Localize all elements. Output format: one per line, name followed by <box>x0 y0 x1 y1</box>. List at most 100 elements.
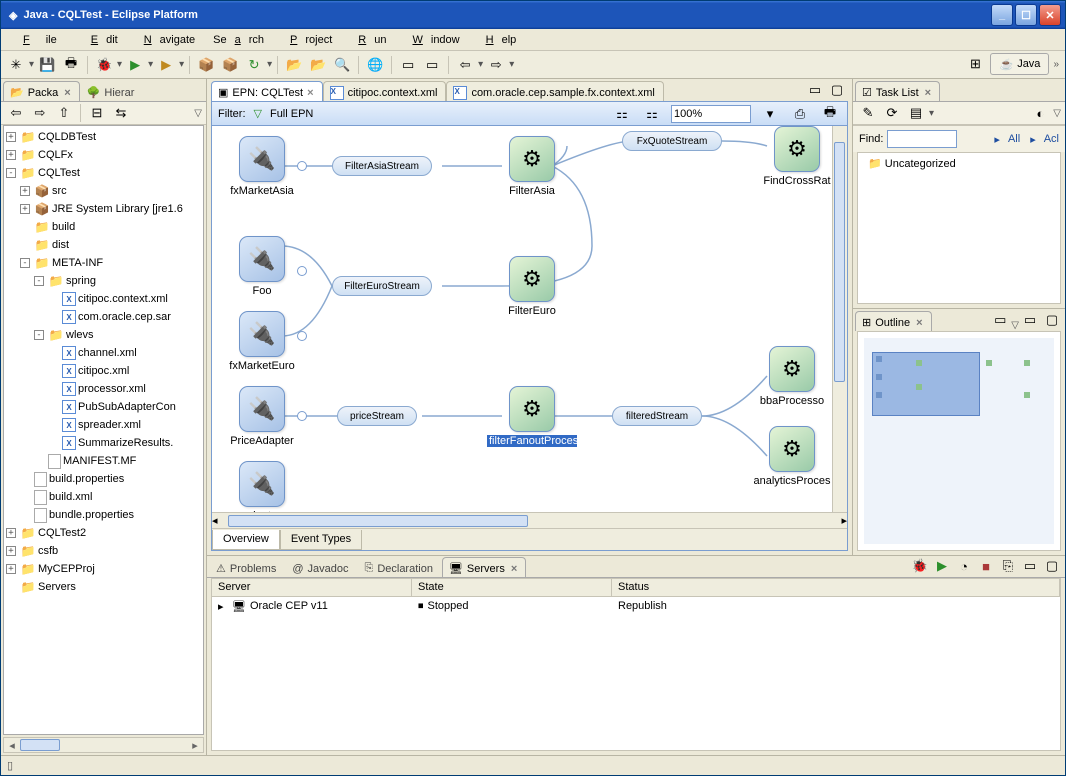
tree-item[interactable]: X channel.xml <box>6 345 201 361</box>
node-filterfanout[interactable]: ⚙filterFanoutProcessor <box>492 386 572 447</box>
up-icon[interactable]: ⇧ <box>53 102 75 124</box>
stream-filtered[interactable]: filteredStream <box>612 406 702 426</box>
categorize-icon[interactable]: ▤ <box>905 102 927 124</box>
tree-item[interactable]: -📁 wlevs <box>6 327 201 343</box>
tree-item[interactable]: 📁 dist <box>6 237 201 253</box>
open-folder-button[interactable]: 📂 <box>283 54 305 76</box>
print-canvas-icon[interactable]: 🖶 <box>819 103 841 125</box>
canvas-hscrollbar[interactable]: ◂▸ <box>212 512 847 528</box>
node-filtereuro[interactable]: ⚙FilterEuro <box>492 256 572 317</box>
col-status[interactable]: Status <box>612 579 1060 596</box>
open-task-button[interactable]: 📂 <box>307 54 329 76</box>
external-button[interactable]: ▶ <box>155 54 177 76</box>
tab-hierarchy[interactable]: 🌳 Hierar <box>80 81 144 101</box>
view-menu-icon[interactable]: ▽ <box>1053 108 1061 119</box>
tree-item[interactable]: 📁 Servers <box>6 579 201 595</box>
stream-filtereuro[interactable]: FilterEuroStream <box>332 276 432 296</box>
tree-item[interactable]: -📁 spring <box>6 273 201 289</box>
toggle2-button[interactable]: ▭ <box>421 54 443 76</box>
table-row[interactable]: ▸🖥 Oracle CEP v11 ⏹ Stopped Republish <box>212 597 1060 615</box>
tree-item[interactable]: +📁 CQLDBTest <box>6 129 201 145</box>
maximize-view-icon[interactable]: ▢ <box>1041 309 1063 331</box>
tree-item[interactable]: -📁 META-INF <box>6 255 201 271</box>
layout-icon[interactable]: ⚏ <box>611 103 633 125</box>
maximize-editor-icon[interactable]: ▢ <box>826 79 848 101</box>
debug-button[interactable]: 🐞 <box>93 54 115 76</box>
tree-item[interactable]: MANIFEST.MF <box>6 453 201 469</box>
tree-item[interactable]: build.xml <box>6 489 201 505</box>
tab-task-list[interactable]: ☑ Task List × <box>855 81 940 101</box>
menu-navigate[interactable]: Navigate <box>128 32 203 48</box>
menu-window[interactable]: Window <box>396 32 467 48</box>
node-bbaprocessor[interactable]: ⚙bbaProcesso <box>752 346 832 407</box>
tree-item[interactable]: X PubSubAdapterCon <box>6 399 201 415</box>
sync-icon[interactable]: ⟳ <box>881 102 903 124</box>
close-icon[interactable]: × <box>64 87 70 99</box>
maximize-button[interactable]: ☐ <box>1015 4 1037 26</box>
tab-event-types[interactable]: Event Types <box>280 530 362 550</box>
tree-item[interactable]: X processor.xml <box>6 381 201 397</box>
tree-item[interactable]: +📁 CQLFx <box>6 147 201 163</box>
new-class-button[interactable]: 📦 <box>219 54 241 76</box>
menu-edit[interactable]: Edit <box>75 32 126 48</box>
close-icon[interactable]: × <box>925 87 931 99</box>
view-menu-icon[interactable]: ▽ <box>194 108 202 119</box>
task-categories[interactable]: 📁 Uncategorized <box>857 152 1061 304</box>
back-button[interactable]: ⇦ <box>454 54 476 76</box>
tab-servers[interactable]: 🖥 Servers × <box>442 557 526 577</box>
outline-tool-icon[interactable]: ▭ <box>989 309 1011 331</box>
tab-overview[interactable]: Overview <box>212 530 280 550</box>
tree-hscrollbar[interactable]: ◂▸ <box>3 737 204 753</box>
toggle-button[interactable]: ▭ <box>397 54 419 76</box>
menu-run[interactable]: Run <box>342 32 394 48</box>
tab-outline[interactable]: ⊞ Outline × <box>855 311 932 331</box>
tree-item[interactable]: 📁 build <box>6 219 201 235</box>
stop-server-icon[interactable]: ■ <box>975 555 997 577</box>
node-analyticsprocessor[interactable]: ⚙analyticsProces <box>752 426 832 487</box>
filter-mode[interactable]: Full EPN <box>270 108 313 120</box>
forward-icon[interactable]: ⇨ <box>29 102 51 124</box>
all-link[interactable]: All <box>1008 133 1020 145</box>
acl-link[interactable]: Acl <box>1044 133 1059 145</box>
minimize-editor-icon[interactable]: ▭ <box>804 79 826 101</box>
menu-search[interactable]: Search <box>205 32 272 48</box>
node-fxmarketasia[interactable]: 🔌fxMarketAsia <box>222 136 302 197</box>
tree-item[interactable]: X SummarizeResults. <box>6 435 201 451</box>
node-fxmarketeuro[interactable]: 🔌fxMarketEuro <box>222 311 302 372</box>
new-button[interactable]: ✳ <box>5 54 27 76</box>
print-button[interactable]: 🖶 <box>60 54 82 76</box>
zoom-dropdown-icon[interactable]: ▾ <box>759 103 781 125</box>
tree-item[interactable]: X citipoc.xml <box>6 363 201 379</box>
menu-file[interactable]: File <box>7 32 73 48</box>
start-server-icon[interactable]: ▶ <box>931 555 953 577</box>
servers-table[interactable]: Server State Status ▸🖥 Oracle CEP v11 ⏹ … <box>211 578 1061 751</box>
link-editor-icon[interactable]: ⇆ <box>110 102 132 124</box>
focus-icon[interactable]: ◐ <box>1029 102 1051 124</box>
tree-item[interactable]: +📁 MyCEPProj <box>6 561 201 577</box>
tab-javadoc[interactable]: @ Javadoc <box>285 557 357 577</box>
node-filterasia[interactable]: ⚙FilterAsia <box>492 136 572 197</box>
stream-price[interactable]: priceStream <box>337 406 417 426</box>
save-button[interactable]: 💾 <box>36 54 58 76</box>
close-button[interactable]: ✕ <box>1039 4 1061 26</box>
col-state[interactable]: State <box>412 579 612 596</box>
tree-item[interactable]: +📁 CQLTest2 <box>6 525 201 541</box>
tree-item[interactable]: build.properties <box>6 471 201 487</box>
new-type-button[interactable]: ↻ <box>243 54 265 76</box>
new-task-icon[interactable]: ✎ <box>857 102 879 124</box>
close-icon[interactable]: × <box>916 317 922 329</box>
tree-item[interactable]: X spreader.xml <box>6 417 201 433</box>
new-package-button[interactable]: 📦 <box>195 54 217 76</box>
editor-tab-epn[interactable]: ▣ EPN: CQLTest × <box>211 81 323 101</box>
tab-declaration[interactable]: ⎘ Declaration <box>358 557 442 577</box>
editor-tab-oracle[interactable]: X com.oracle.cep.sample.fx.context.xml <box>446 81 663 101</box>
publish-server-icon[interactable]: ⎘ <box>997 555 1019 577</box>
tree-item[interactable]: +📦 JRE System Library [jre1.6 <box>6 201 201 217</box>
minimize-button[interactable]: _ <box>991 4 1013 26</box>
tree-item[interactable]: -📁 CQLTest <box>6 165 201 181</box>
close-icon[interactable]: × <box>511 563 517 575</box>
maximize-view-icon[interactable]: ▢ <box>1041 555 1063 577</box>
project-tree[interactable]: +📁 CQLDBTest+📁 CQLFx-📁 CQLTest+📦 src+📦 J… <box>3 125 204 735</box>
node-priceadapter[interactable]: 🔌PriceAdapter <box>222 386 302 447</box>
menu-project[interactable]: Project <box>274 32 340 48</box>
